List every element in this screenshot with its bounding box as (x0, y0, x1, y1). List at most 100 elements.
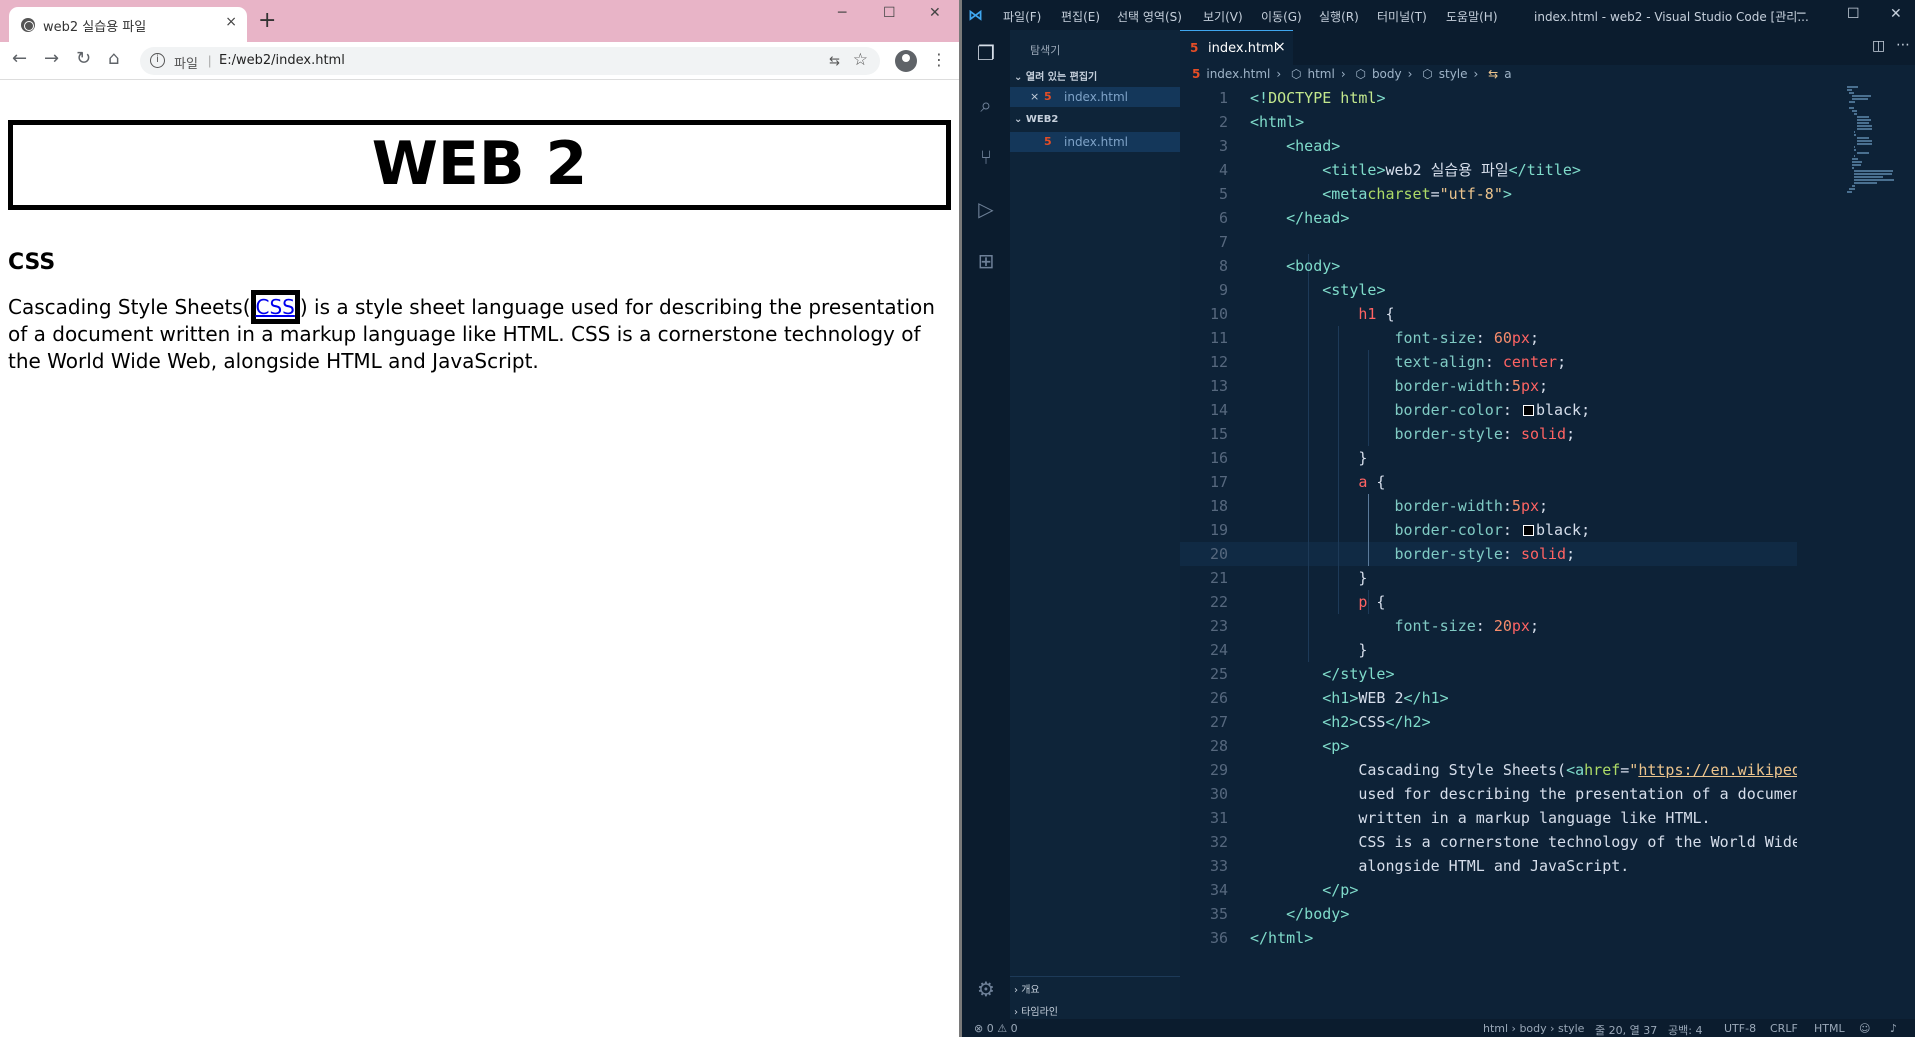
menu-selection[interactable]: 선택 영역(S) (1117, 8, 1182, 25)
menu-run[interactable]: 실행(R) (1319, 8, 1359, 25)
line-number: 26 (1209, 689, 1228, 707)
translate-icon[interactable]: ⇆ (829, 53, 840, 69)
line-number: 10 (1209, 305, 1228, 323)
breadcrumb-html[interactable]: html (1307, 67, 1334, 81)
html-file-icon: 5 (1192, 67, 1201, 81)
code-line: <body> (1286, 257, 1341, 275)
menu-help[interactable]: 도움말(H) (1446, 8, 1498, 25)
vscode-window: ⋈ 파일(F) 편집(E) 선택 영역(S) 보기(V) 이동(G) 실행(R)… (962, 0, 1915, 1037)
maximize-button[interactable]: ☐ (1847, 6, 1860, 22)
close-window-button[interactable]: ✕ (929, 5, 941, 21)
minimap-line (1851, 110, 1858, 112)
code-line: } (1250, 641, 1368, 659)
encoding[interactable]: UTF-8 (1724, 1022, 1756, 1035)
close-window-button[interactable]: ✕ (1890, 6, 1902, 22)
code-line: <p> (1322, 737, 1350, 755)
minimize-button[interactable]: ─ (838, 5, 846, 21)
end-of-line[interactable]: CRLF (1770, 1022, 1798, 1035)
minimap-line (1854, 182, 1877, 184)
status-path[interactable]: html › body › style (1483, 1022, 1584, 1035)
minimap-line (1856, 128, 1872, 130)
explorer-title: 탐색기 (1030, 44, 1061, 57)
timeline-section[interactable]: › 타임라인 (1014, 1003, 1058, 1018)
code-line: border-style: solid; (1394, 425, 1576, 443)
profile-avatar[interactable] (895, 50, 917, 72)
address-bar[interactable]: i 파일 | E:/web2/index.html ⇆ ☆ (140, 47, 880, 75)
page-heading: WEB 2 (8, 120, 951, 210)
browser-tab[interactable]: web2 실습용 파일 × (9, 7, 247, 42)
outline-section[interactable]: › 개요 (1014, 981, 1040, 996)
tab-close-icon[interactable]: × (1274, 39, 1286, 55)
open-editor-item[interactable]: × 5 index.html (1010, 87, 1180, 107)
language-mode[interactable]: HTML (1814, 1022, 1845, 1035)
code-line: <h2>CSS</h2> (1322, 713, 1431, 731)
source-control-icon[interactable]: ⑂ (975, 146, 997, 168)
reload-icon[interactable]: ↻ (76, 50, 91, 68)
cursor-position[interactable]: 줄 20, 열 37 (1595, 1022, 1657, 1037)
code-line: written in a markup language like HTML. (1250, 809, 1711, 827)
menu-go[interactable]: 이동(G) (1261, 8, 1302, 25)
line-number: 8 (1218, 257, 1228, 275)
folder-section[interactable]: ⌄ WEB2 (1014, 114, 1058, 125)
minimap-line (1854, 170, 1894, 172)
folder-file-item[interactable]: 5 index.html (1010, 132, 1180, 152)
minimap[interactable] (1847, 86, 1907, 206)
tab-close-icon[interactable]: × (225, 14, 237, 30)
open-editors-label: 열려 있는 편집기 (1025, 72, 1098, 83)
code-line: </p> (1322, 881, 1359, 899)
line-number: 3 (1218, 137, 1228, 155)
breadcrumb-a[interactable]: a (1504, 67, 1511, 81)
kebab-menu-icon[interactable]: ⋮ (931, 50, 947, 69)
code-editor[interactable]: 1 2 3 4 5 6 7 8 9 10 11 12 13 14 15 16 17 18 19 20 21 22 23 24 2… (1180, 86, 1797, 1016)
more-actions-icon[interactable]: ⋯ (1896, 37, 1910, 53)
run-debug-icon[interactable]: ▷ (975, 198, 997, 220)
notifications-bell-icon[interactable]: ♪ (1890, 1022, 1897, 1035)
explorer-icon[interactable]: ❐ (975, 42, 997, 64)
info-icon[interactable]: i (150, 53, 165, 68)
breadcrumb-body[interactable]: body (1372, 67, 1402, 81)
new-tab-button[interactable]: + (258, 10, 276, 32)
split-editor-icon[interactable]: ◫ (1872, 38, 1885, 54)
forward-icon[interactable]: → (44, 50, 59, 68)
minimap-line (1854, 131, 1855, 133)
menu-terminal[interactable]: 터미널(T) (1377, 8, 1427, 25)
paragraph-text-before: Cascading Style Sheets( (8, 295, 251, 319)
menu-edit[interactable]: 편집(E) (1061, 8, 1100, 25)
line-number: 21 (1209, 569, 1228, 587)
minimize-button[interactable]: ─ (1797, 6, 1805, 22)
color-swatch[interactable] (1522, 405, 1534, 416)
editor-tab-index-html[interactable]: 5 index.html × (1180, 30, 1293, 65)
css-link[interactable]: CSS (250, 290, 300, 324)
search-icon[interactable]: ⌕ (975, 94, 997, 116)
line-number: 31 (1209, 809, 1228, 827)
home-icon[interactable]: ⌂ (108, 50, 119, 68)
line-number: 5 (1218, 185, 1228, 203)
color-swatch[interactable] (1522, 525, 1534, 536)
url-text[interactable]: E:/web2/index.html (219, 53, 345, 68)
close-icon[interactable]: × (1030, 90, 1039, 103)
minimap-line (1854, 146, 1855, 148)
extensions-icon[interactable]: ⊞ (975, 250, 997, 272)
bookmark-star-icon[interactable]: ☆ (853, 50, 868, 70)
breadcrumb-style[interactable]: style (1439, 67, 1468, 81)
maximize-button[interactable]: ☐ (883, 5, 896, 21)
code-line: p { (1358, 593, 1386, 611)
breadcrumb-file[interactable]: index.html (1206, 67, 1270, 81)
minimap-line (1856, 140, 1872, 142)
element-icon: ⬡ (1290, 67, 1302, 81)
minimap-line (1856, 137, 1870, 139)
settings-gear-icon[interactable]: ⚙ (975, 978, 997, 1000)
back-icon[interactable]: ← (12, 50, 27, 68)
feedback-icon[interactable]: ☺ (1859, 1022, 1870, 1035)
problems-indicator[interactable]: ⊗ 0 ⚠ 0 (974, 1022, 1018, 1035)
line-number: 29 (1209, 761, 1228, 779)
indentation[interactable]: 공백: 4 (1668, 1022, 1702, 1037)
window-title: index.html - web2 - Visual Studio Code [… (1534, 10, 1809, 24)
minimap-line (1856, 143, 1872, 145)
line-number: 30 (1209, 785, 1228, 803)
menu-file[interactable]: 파일(F) (1003, 8, 1041, 25)
open-editors-section[interactable]: ⌄ 열려 있는 편집기 (1014, 68, 1097, 83)
line-number: 17 (1209, 473, 1228, 491)
explorer-sidebar: 탐색기 ⌄ 열려 있는 편집기 × 5 index.html ⌄ WEB2 5 … (1010, 30, 1180, 1019)
menu-view[interactable]: 보기(V) (1203, 8, 1243, 25)
